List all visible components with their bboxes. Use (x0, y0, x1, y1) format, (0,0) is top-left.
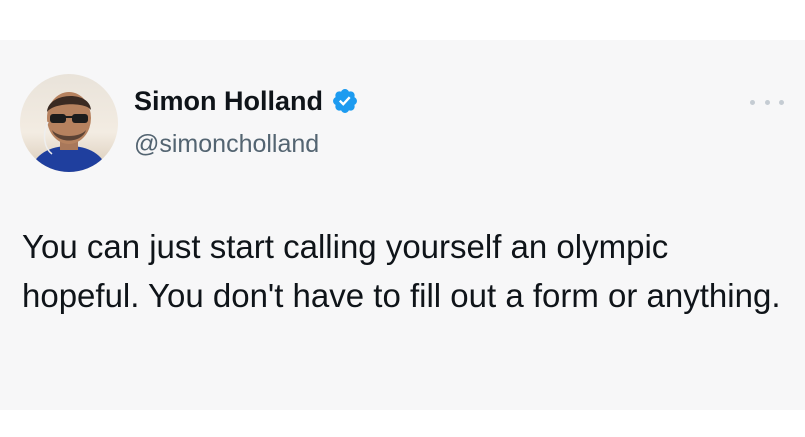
author-name[interactable]: Simon Holland (134, 84, 359, 118)
more-dot (779, 99, 784, 105)
bottom-band (0, 410, 805, 437)
avatar[interactable] (20, 74, 118, 172)
author-handle[interactable]: @simoncholland (134, 128, 319, 160)
more-options-icon[interactable] (750, 92, 784, 112)
tweet-text: You can just start calling yourself an o… (22, 228, 781, 314)
verified-badge-icon (331, 87, 359, 115)
author-name-label: Simon Holland (134, 86, 323, 116)
avatar-photo-icon (20, 74, 118, 172)
top-band (0, 0, 805, 40)
more-dot (750, 99, 755, 105)
more-dot (764, 99, 770, 105)
